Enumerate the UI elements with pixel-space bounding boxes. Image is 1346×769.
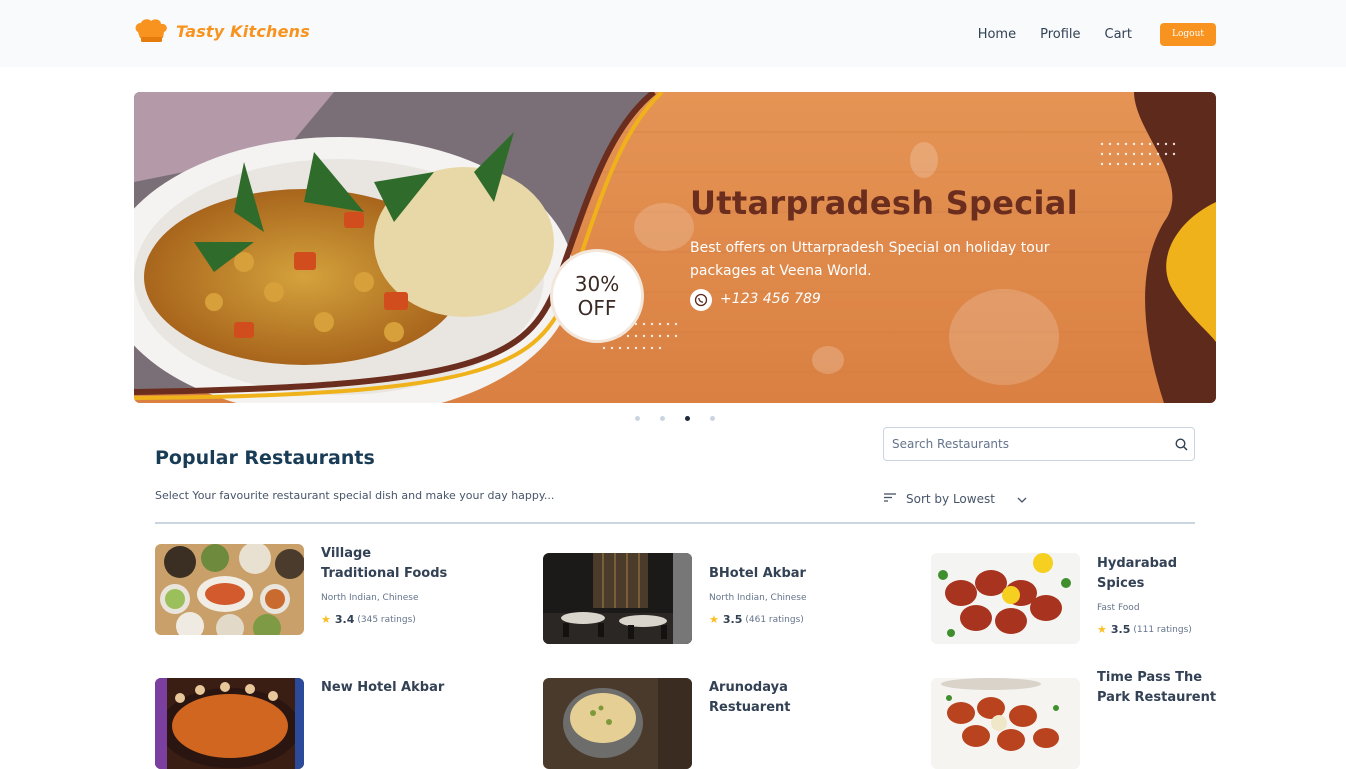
rating-count: (345 ratings) xyxy=(357,614,416,625)
restaurant-name: Time Pass The Park Restaurent xyxy=(1097,670,1217,705)
restaurant-rating: ★ 3.5 (461 ratings) xyxy=(709,613,839,626)
banner-subtitle: Best offers on Uttarpradesh Special on h… xyxy=(690,240,1050,279)
restaurant-card[interactable]: Village Traditional Foods North Indian, … xyxy=(155,544,455,635)
rating-value: 3.5 xyxy=(1110,623,1131,636)
chef-hat-logo-icon xyxy=(135,19,167,42)
restaurant-name: BHotel Akbar xyxy=(709,566,806,581)
restaurant-image xyxy=(543,678,692,769)
rating-count: (111 ratings) xyxy=(1133,624,1192,635)
search-icon[interactable] xyxy=(1168,437,1194,451)
nav-cart-link[interactable]: Cart xyxy=(1105,27,1133,42)
section-description: Select Your favourite restaurant special… xyxy=(155,489,555,502)
discount-badge: 30% OFF xyxy=(550,249,644,343)
restaurant-rating: ★ 3.4 (345 ratings) xyxy=(321,613,451,626)
carousel-dot[interactable] xyxy=(635,416,640,421)
chevron-down-icon xyxy=(1017,492,1027,506)
banner-title: Uttarpradesh Special xyxy=(690,184,1078,222)
discount-off-label: OFF xyxy=(577,296,617,320)
search-bar xyxy=(883,427,1195,461)
restaurant-rating: ★ 3.5 (111 ratings) xyxy=(1097,623,1227,636)
restaurant-image xyxy=(155,678,304,769)
carousel-dot[interactable] xyxy=(660,416,665,421)
restaurant-cuisine: North Indian, Chinese xyxy=(709,593,807,603)
star-icon: ★ xyxy=(709,613,719,626)
restaurant-card[interactable]: Hydarabad Spices Fast Food ★ 3.5 (111 ra… xyxy=(931,553,1231,644)
restaurant-image xyxy=(155,544,304,635)
logo-text: Tasty Kitchens xyxy=(176,22,310,41)
restaurant-name: New Hotel Akbar xyxy=(321,680,445,695)
section-divider xyxy=(155,522,1195,524)
star-icon: ★ xyxy=(321,613,331,626)
nav-profile-link[interactable]: Profile xyxy=(1040,27,1080,42)
sort-dropdown[interactable]: Sort by Lowest xyxy=(883,492,1027,506)
rating-value: 3.4 xyxy=(334,613,355,626)
restaurant-image xyxy=(931,678,1080,769)
banner-artwork xyxy=(134,92,1216,403)
offer-banner[interactable]: 30% OFF Uttarpradesh Special Best offers… xyxy=(134,92,1216,403)
rating-count: (461 ratings) xyxy=(745,614,804,625)
discount-percent: 30% xyxy=(574,272,620,296)
logout-button[interactable]: Logout xyxy=(1160,23,1216,46)
carousel-dot-active[interactable] xyxy=(685,416,690,421)
sort-label: Sort by Lowest xyxy=(906,492,995,506)
logo[interactable]: Tasty Kitchens xyxy=(134,18,310,45)
star-icon: ★ xyxy=(1097,623,1107,636)
restaurant-image xyxy=(931,553,1080,644)
nav-home-link[interactable]: Home xyxy=(978,27,1016,42)
restaurant-name: Arunodaya Restuarent xyxy=(709,680,791,715)
restaurant-card[interactable]: BHotel Akbar North Indian, Chinese ★ 3.5… xyxy=(543,553,843,644)
restaurant-cuisine: North Indian, Chinese xyxy=(321,593,419,603)
restaurant-name: Village Traditional Foods xyxy=(321,546,448,581)
restaurant-name: Hydarabad Spices xyxy=(1097,556,1177,591)
rating-value: 3.5 xyxy=(722,613,743,626)
restaurant-cuisine: Fast Food xyxy=(1097,603,1140,613)
carousel-dot[interactable] xyxy=(710,416,715,421)
section-title: Popular Restaurants xyxy=(155,447,375,469)
navbar: Tasty Kitchens Home Profile Cart Logout xyxy=(0,0,1346,67)
banner-phone: +123 456 789 xyxy=(720,291,821,307)
nav-links: Home Profile Cart Logout xyxy=(978,23,1216,46)
search-input[interactable] xyxy=(892,437,1168,451)
restaurant-image xyxy=(543,553,692,644)
sort-icon xyxy=(883,492,897,506)
whatsapp-icon xyxy=(690,289,712,311)
restaurant-card[interactable]: Arunodaya Restuarent xyxy=(543,678,843,769)
restaurant-card[interactable]: Time Pass The Park Restaurent xyxy=(931,668,1231,769)
restaurant-card[interactable]: New Hotel Akbar xyxy=(155,678,455,769)
carousel-dots xyxy=(635,416,735,421)
